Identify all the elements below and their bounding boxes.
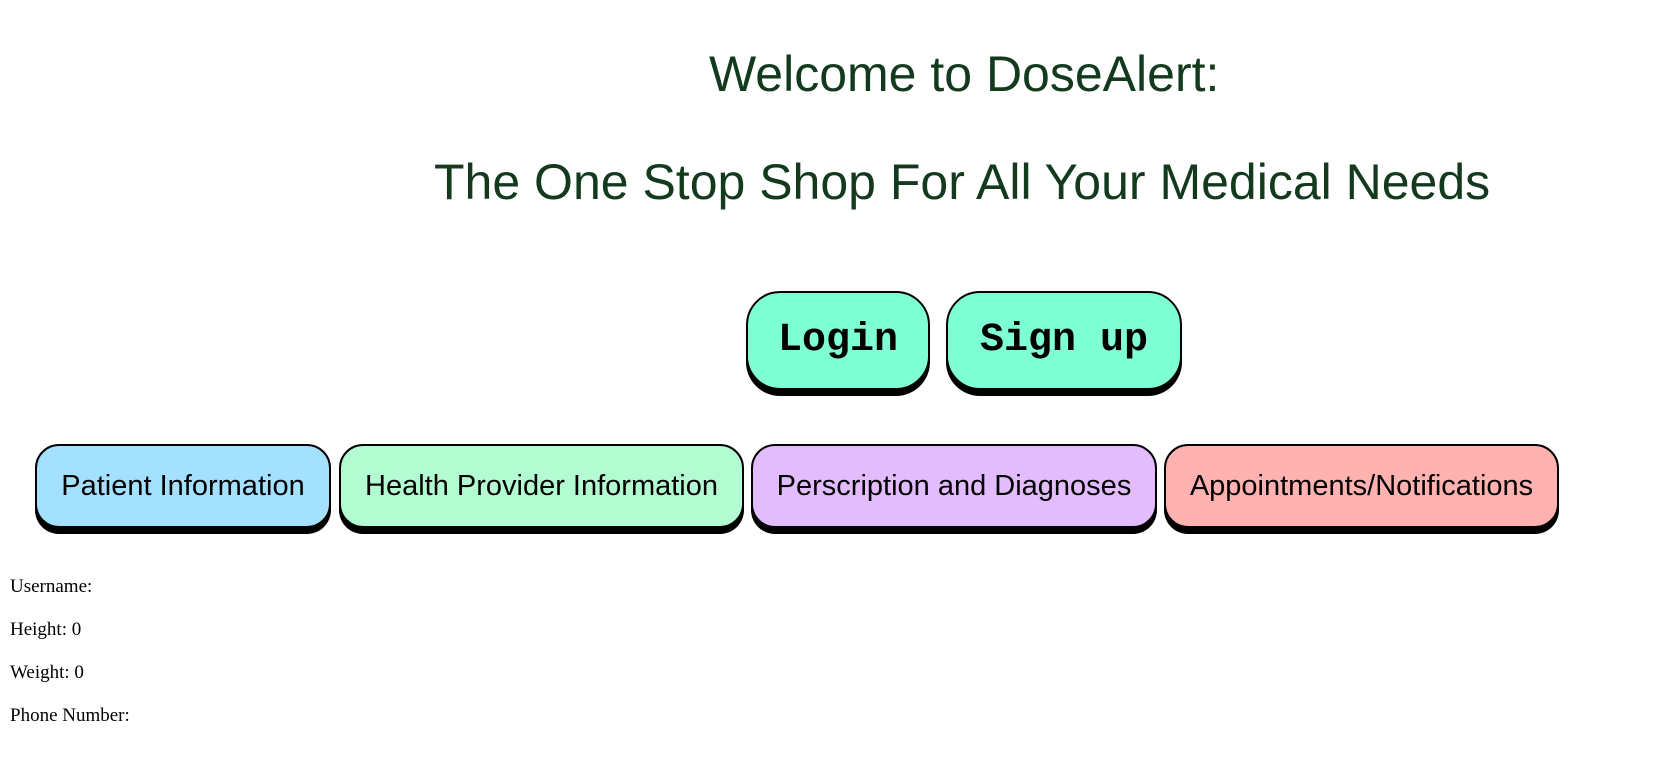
tagline-subtitle: The One Stop Shop For All Your Medical N… [434,154,1491,210]
welcome-title: Welcome to DoseAlert: [709,46,1220,102]
tab-appointments-notifications[interactable]: Appointments/Notifications [1164,444,1559,528]
signup-button[interactable]: Sign up [946,291,1182,390]
tab-patient-information[interactable]: Patient Information [35,444,331,528]
phone-number-field: Phone Number: [10,705,130,726]
login-button[interactable]: Login [746,291,930,390]
tab-health-provider-information[interactable]: Health Provider Information [339,444,744,528]
tab-prescription-and-diagnoses[interactable]: Perscription and Diagnoses [751,444,1157,528]
weight-field: Weight: 0 [10,662,84,683]
username-field: Username: [10,576,93,597]
height-field: Height: 0 [10,619,82,640]
